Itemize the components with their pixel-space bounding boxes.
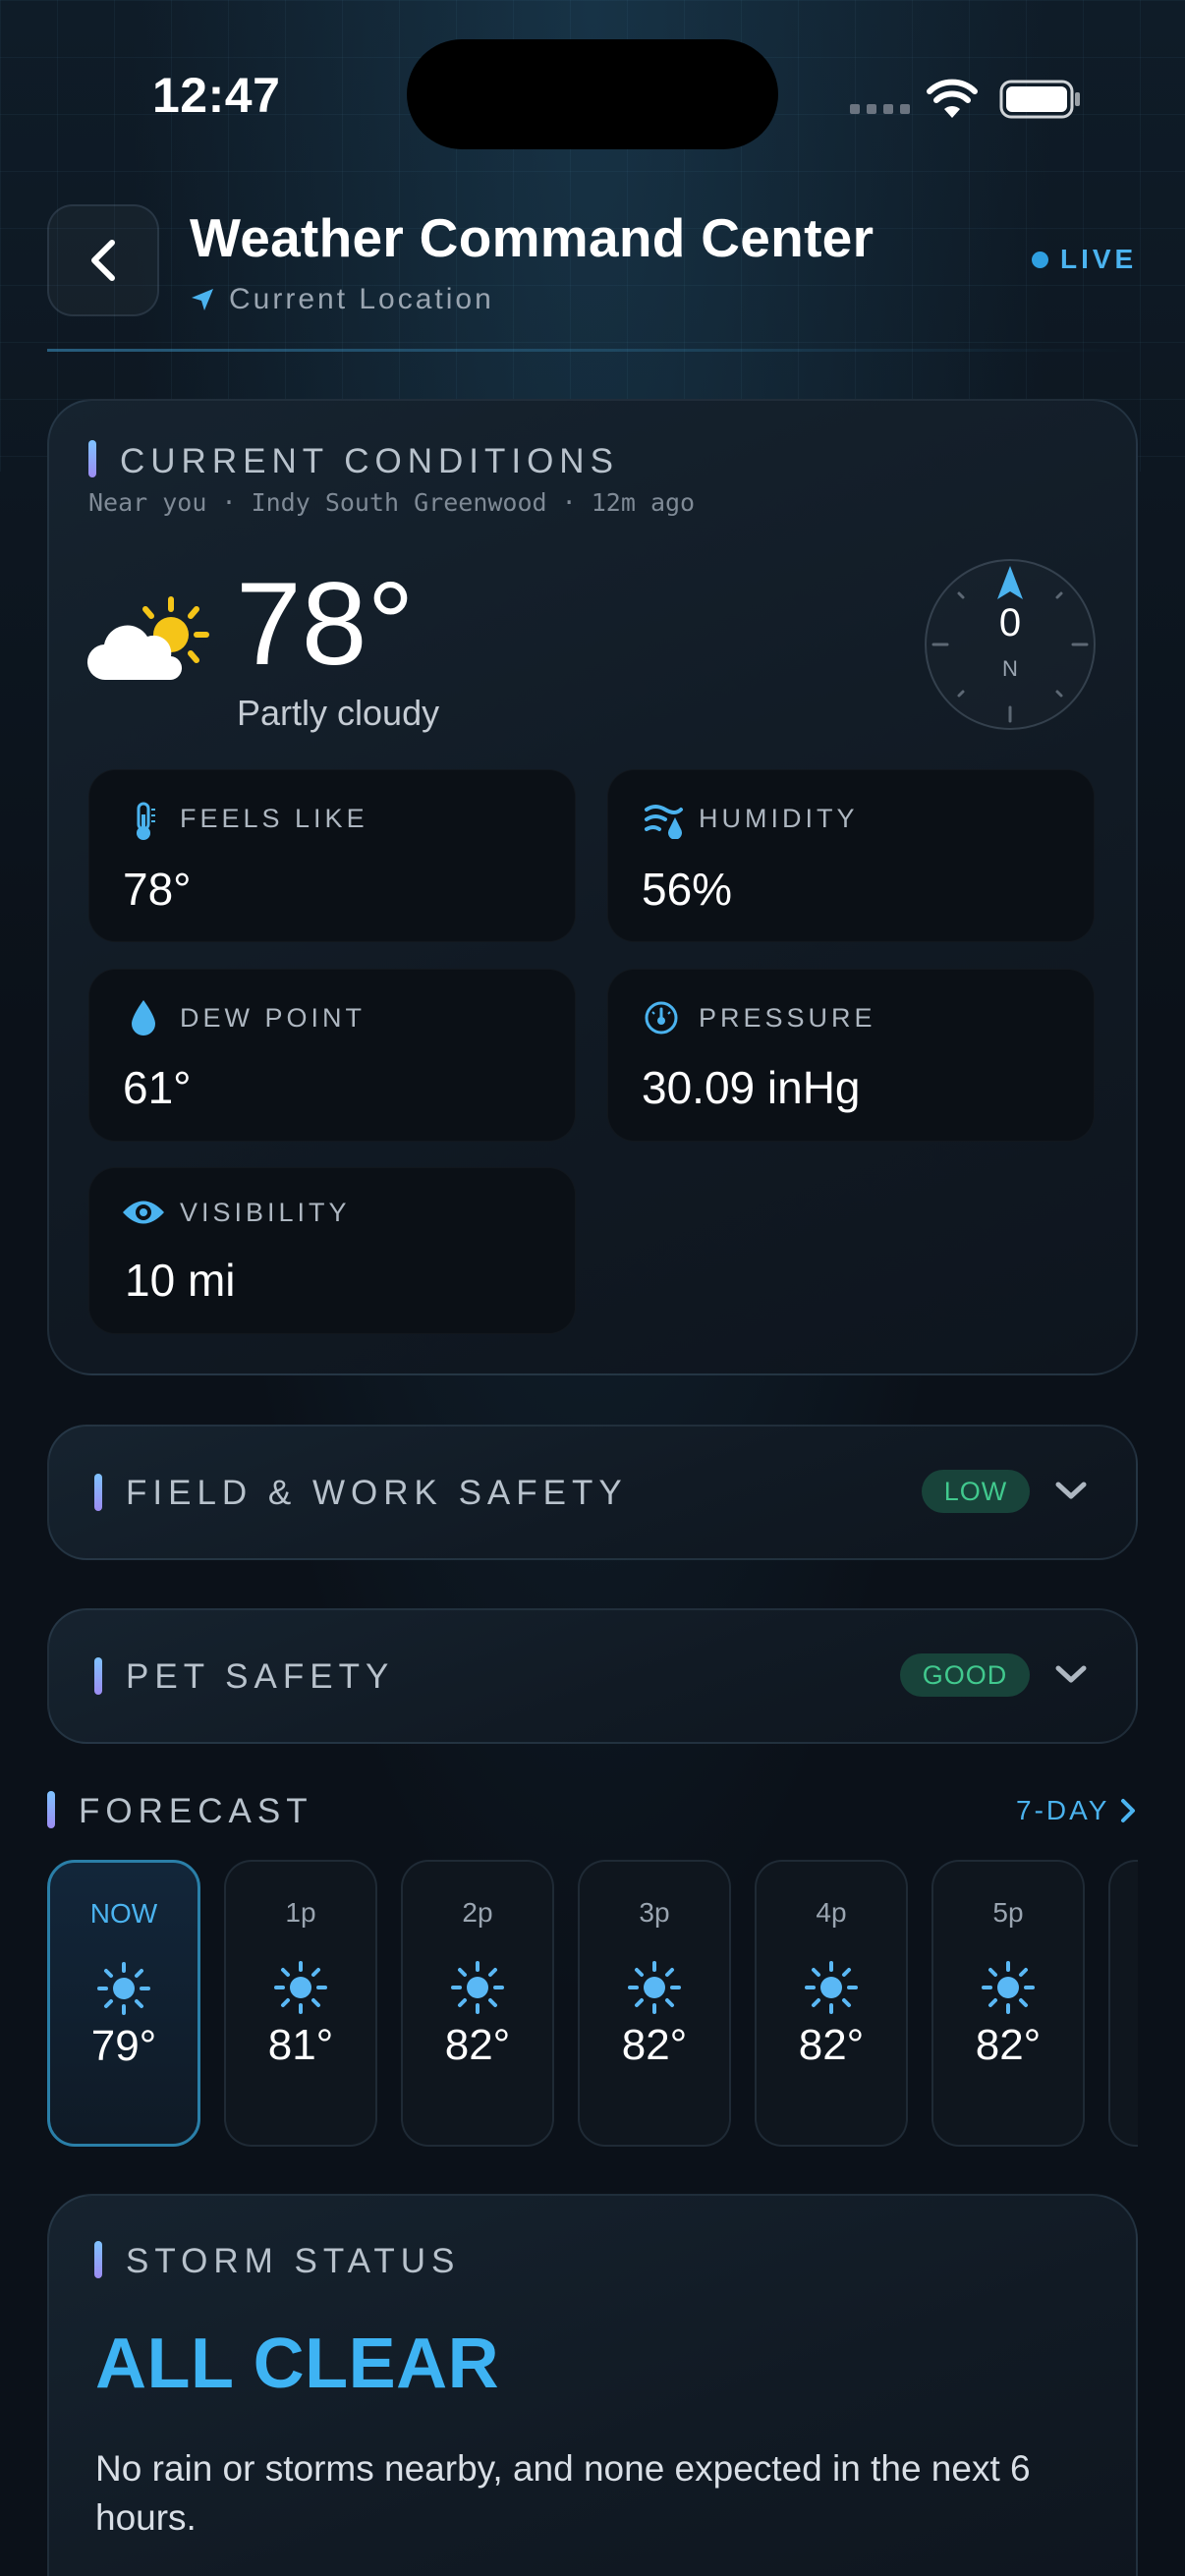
dynamic-island bbox=[407, 39, 778, 149]
feels-like-label: FEELS LIKE bbox=[180, 804, 368, 833]
screen: 12:47 Weather Command Center Current Loc… bbox=[0, 0, 1185, 2576]
droplet-icon bbox=[132, 1000, 155, 1036]
storm-description: No rain or storms nearby, and none expec… bbox=[95, 2448, 1031, 2538]
sun-icon bbox=[450, 1960, 505, 2015]
current-conditions-title: CURRENT CONDITIONS bbox=[120, 442, 619, 480]
section-accent-bar bbox=[88, 440, 96, 477]
storm-status-title: STORM STATUS bbox=[126, 2242, 461, 2280]
wind-direction: N bbox=[1002, 656, 1018, 681]
chevron-left-icon bbox=[91, 240, 115, 281]
sun-icon bbox=[804, 1960, 859, 2015]
storm-headline: ALL CLEAR bbox=[95, 2324, 500, 2403]
location-row[interactable]: Current Location bbox=[190, 283, 494, 316]
wifi-icon bbox=[927, 79, 978, 118]
live-indicator: LIVE bbox=[1032, 244, 1137, 275]
forecast-hour-2[interactable]: 2p 82° bbox=[401, 1860, 554, 2147]
visibility-label: VISIBILITY bbox=[180, 1198, 351, 1227]
humidity-label: HUMIDITY bbox=[699, 804, 859, 833]
humidity-icon bbox=[645, 805, 683, 839]
chevron-right-icon bbox=[1121, 1799, 1136, 1822]
humidity-tile bbox=[607, 769, 1095, 942]
forecast-hour-peek[interactable] bbox=[1108, 1860, 1138, 2147]
forecast-hour-time: 2p bbox=[462, 1897, 493, 1928]
section-accent-bar bbox=[94, 1474, 102, 1511]
forecast-hour-temp: 81° bbox=[267, 2021, 334, 2069]
hourly-forecast-row[interactable]: NOW 79° 1p 81° 2p 82° 3p 82° 4p 82° 5p 82° bbox=[47, 1860, 1138, 2149]
back-button[interactable] bbox=[47, 204, 159, 316]
header-divider bbox=[47, 349, 1138, 352]
current-conditions-subtitle: Near you · Indy South Greenwood · 12m ag… bbox=[88, 488, 696, 517]
section-accent-bar bbox=[94, 1657, 102, 1695]
pet-safety-title: PET SAFETY bbox=[126, 1657, 395, 1696]
sun-icon bbox=[96, 1961, 151, 2016]
location-arrow-icon bbox=[192, 289, 213, 310]
field-safety-badge: LOW bbox=[922, 1470, 1030, 1513]
sun-icon bbox=[981, 1960, 1036, 2015]
seven-day-link[interactable]: 7-DAY bbox=[1016, 1795, 1137, 1826]
feels-like-tile bbox=[88, 769, 576, 942]
pressure-label: PRESSURE bbox=[699, 1003, 876, 1033]
chevron-down-icon[interactable] bbox=[1053, 1662, 1089, 1686]
pet-safety-badge: GOOD bbox=[900, 1653, 1030, 1697]
forecast-hour-3[interactable]: 3p 82° bbox=[578, 1860, 731, 2147]
forecast-hour-time: 1p bbox=[285, 1897, 316, 1928]
chevron-down-icon[interactable] bbox=[1053, 1479, 1089, 1502]
forecast-hour-time: NOW bbox=[89, 1898, 158, 1929]
page-title: Weather Command Center bbox=[190, 207, 875, 268]
dew-point-tile bbox=[88, 969, 576, 1142]
eye-icon bbox=[123, 1201, 164, 1224]
location-label: Current Location bbox=[229, 283, 494, 315]
gauge-icon bbox=[645, 1001, 678, 1035]
forecast-hour-0[interactable]: NOW 79° bbox=[47, 1860, 200, 2147]
dew-point-label: DEW POINT bbox=[180, 1003, 366, 1033]
live-dot bbox=[1032, 251, 1048, 268]
forecast-hour-temp: 82° bbox=[975, 2021, 1042, 2069]
forecast-hour-1[interactable]: 1p 81° bbox=[224, 1860, 377, 2147]
forecast-hour-time: 5p bbox=[992, 1897, 1024, 1928]
forecast-hour-temp: 82° bbox=[444, 2021, 511, 2069]
sun-icon bbox=[273, 1960, 328, 2015]
forecast-hour-time: 3p bbox=[639, 1897, 670, 1928]
forecast-hour-temp: 82° bbox=[621, 2021, 688, 2069]
pressure-value: 30.09 inHg bbox=[642, 1062, 861, 1113]
section-accent-bar bbox=[47, 1791, 55, 1828]
forecast-hour-time: 4p bbox=[816, 1897, 847, 1928]
forecast-hour-temp: 82° bbox=[798, 2021, 865, 2069]
forecast-title: FORECAST bbox=[79, 1792, 313, 1830]
seven-day-label: 7-DAY bbox=[1016, 1795, 1110, 1825]
current-temperature: 78° bbox=[236, 558, 415, 690]
feels-like-value: 78° bbox=[123, 864, 192, 915]
sun-icon bbox=[627, 1960, 682, 2015]
forecast-hour-temp: 79° bbox=[90, 2022, 157, 2070]
field-safety-title: FIELD & WORK SAFETY bbox=[126, 1474, 628, 1512]
humidity-value: 56% bbox=[642, 864, 733, 915]
partly-cloudy-icon bbox=[86, 596, 209, 681]
battery-icon bbox=[999, 80, 1080, 119]
visibility-tile bbox=[88, 1167, 576, 1334]
pressure-tile bbox=[607, 969, 1095, 1142]
wind-speed: 0 bbox=[998, 601, 1022, 644]
thermometer-icon bbox=[137, 802, 155, 840]
status-time: 12:47 bbox=[152, 68, 281, 123]
section-accent-bar bbox=[94, 2241, 102, 2278]
live-label: LIVE bbox=[1060, 244, 1138, 274]
visibility-value: 10 mi bbox=[125, 1255, 236, 1306]
forecast-hour-4[interactable]: 4p 82° bbox=[755, 1860, 908, 2147]
forecast-hour-5[interactable]: 5p 82° bbox=[931, 1860, 1085, 2147]
current-condition: Partly cloudy bbox=[237, 693, 440, 733]
dew-point-value: 61° bbox=[123, 1062, 192, 1113]
signal-icon bbox=[850, 104, 910, 114]
